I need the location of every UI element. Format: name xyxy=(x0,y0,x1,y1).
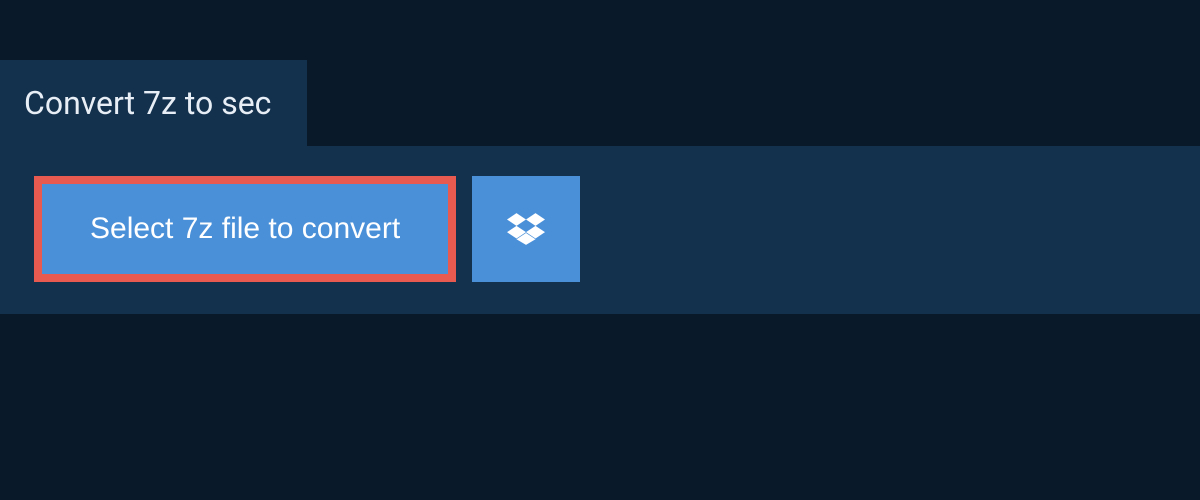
button-row: Select 7z file to convert xyxy=(34,176,1166,282)
select-file-label: Select 7z file to convert xyxy=(90,212,400,246)
tab-header: Convert 7z to sec xyxy=(0,60,307,146)
dropbox-icon xyxy=(507,210,545,248)
select-file-button[interactable]: Select 7z file to convert xyxy=(34,176,456,282)
dropbox-button[interactable] xyxy=(472,176,580,282)
page-title: Convert 7z to sec xyxy=(24,84,271,122)
main-panel: Select 7z file to convert xyxy=(0,146,1200,314)
